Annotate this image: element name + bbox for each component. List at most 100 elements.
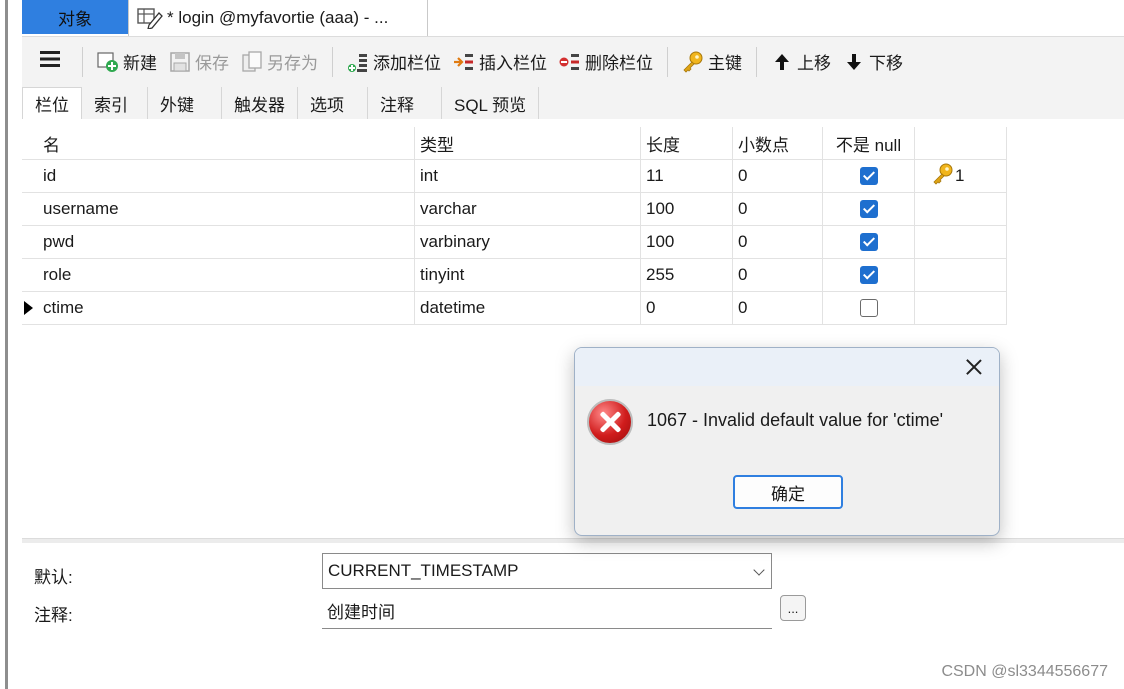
insert-field-button[interactable]: 插入栏位: [447, 44, 553, 80]
column-header-type[interactable]: 类型: [415, 127, 641, 159]
field-length-cell[interactable]: 255: [641, 259, 733, 291]
not-null-cell[interactable]: [823, 226, 915, 258]
error-icon: [587, 399, 633, 445]
key-cell: 1: [915, 160, 1007, 192]
column-header-name[interactable]: 名: [38, 127, 415, 159]
save-as-button[interactable]: 另存为: [235, 44, 324, 80]
field-type-cell[interactable]: int: [415, 160, 641, 192]
field-length-cell[interactable]: 100: [641, 226, 733, 258]
error-message: 1067 - Invalid default value for 'ctime': [647, 410, 944, 430]
add-field-button[interactable]: 添加栏位: [341, 44, 447, 80]
delete-field-icon: [559, 51, 581, 73]
field-length-cell[interactable]: 11: [641, 160, 733, 192]
default-value-text: CURRENT_TIMESTAMP: [328, 561, 519, 580]
tab-sql-preview[interactable]: SQL 预览: [442, 87, 540, 119]
tab-fields[interactable]: 栏位: [22, 87, 82, 119]
delete-field-label: 删除栏位: [585, 54, 653, 73]
ok-button[interactable]: 确定: [733, 475, 843, 509]
primary-key-label: 主键: [708, 54, 742, 73]
tab-objects[interactable]: 对象: [22, 0, 128, 34]
move-down-button[interactable]: 下移: [837, 44, 909, 80]
designer-subtabs: 栏位 索引 外键 触发器 选项 注释 SQL 预览: [22, 86, 1124, 119]
dialog-title-bar: [575, 348, 999, 386]
field-length-cell[interactable]: 100: [641, 193, 733, 225]
new-button[interactable]: 新建: [91, 44, 163, 80]
row-indicator: [22, 259, 38, 291]
tab-options[interactable]: 选项: [298, 87, 368, 119]
not-null-cell[interactable]: [823, 259, 915, 291]
table-row[interactable]: id int 11 0 1: [22, 160, 1007, 193]
insert-field-label: 插入栏位: [479, 54, 547, 73]
field-type-cell[interactable]: datetime: [415, 292, 641, 324]
default-value-dropdown[interactable]: CURRENT_TIMESTAMP: [322, 553, 772, 589]
tab-comment[interactable]: 注释: [368, 87, 442, 119]
add-field-label: 添加栏位: [373, 54, 441, 73]
table-row[interactable]: pwd varbinary 100 0: [22, 226, 1007, 259]
field-name-cell[interactable]: ctime: [38, 292, 415, 324]
menu-button[interactable]: [22, 44, 74, 80]
close-icon[interactable]: [963, 356, 985, 378]
field-type-cell[interactable]: varbinary: [415, 226, 641, 258]
comment-input[interactable]: 创建时间: [322, 593, 772, 629]
save-as-label: 另存为: [267, 54, 318, 73]
field-name-cell[interactable]: pwd: [38, 226, 415, 258]
tab-table-design-label: * login @myfavortie (aaa) - ...: [167, 8, 389, 27]
arrow-up-icon: [771, 51, 793, 73]
key-cell: [915, 292, 1007, 324]
not-null-cell[interactable]: [823, 193, 915, 225]
not-null-cell[interactable]: [823, 160, 915, 192]
column-header-not-null[interactable]: 不是 null: [823, 127, 915, 159]
column-header-key: [915, 127, 1007, 159]
field-decimals-cell[interactable]: 0: [733, 259, 823, 291]
not-null-checkbox[interactable]: [859, 167, 878, 185]
move-up-button[interactable]: 上移: [765, 44, 837, 80]
field-type-cell[interactable]: varchar: [415, 193, 641, 225]
row-indicator: [22, 226, 38, 258]
delete-field-button[interactable]: 删除栏位: [553, 44, 659, 80]
hamburger-icon: [40, 50, 60, 73]
toolbar-divider: [332, 46, 333, 77]
field-decimals-cell[interactable]: 0: [733, 193, 823, 225]
save-button[interactable]: 保存: [163, 44, 235, 80]
key-icon: [931, 163, 955, 190]
primary-key-button[interactable]: 主键: [676, 44, 748, 80]
not-null-cell[interactable]: [823, 292, 915, 324]
comment-value-text: 创建时间: [327, 603, 395, 622]
field-name-cell[interactable]: role: [38, 259, 415, 291]
field-decimals-cell[interactable]: 0: [733, 292, 823, 324]
tab-triggers[interactable]: 触发器: [222, 87, 298, 119]
table-row[interactable]: username varchar 100 0: [22, 193, 1007, 226]
table-row[interactable]: role tinyint 255 0: [22, 259, 1007, 292]
save-icon: [169, 51, 191, 73]
column-header-length[interactable]: 长度: [641, 127, 733, 159]
watermark: CSDN @sl3344556677: [941, 663, 1108, 680]
row-indicator: [22, 193, 38, 225]
current-row-arrow-icon: [24, 301, 33, 315]
tab-foreign-keys[interactable]: 外键: [148, 87, 222, 119]
not-null-checkbox[interactable]: [859, 299, 878, 317]
field-decimals-cell[interactable]: 0: [733, 160, 823, 192]
toolbar-divider: [82, 46, 83, 77]
tab-table-design[interactable]: * login @myfavortie (aaa) - ...: [128, 0, 428, 36]
field-decimals-cell[interactable]: 0: [733, 226, 823, 258]
column-header-decimals[interactable]: 小数点: [733, 127, 823, 159]
not-null-checkbox[interactable]: [859, 200, 878, 218]
comment-label: 注释:: [34, 606, 73, 625]
default-label: 默认:: [34, 568, 73, 587]
not-null-checkbox[interactable]: [859, 233, 878, 251]
tab-indexes[interactable]: 索引: [82, 87, 148, 119]
row-indicator: [22, 292, 38, 324]
key-cell: [915, 193, 1007, 225]
field-name-cell[interactable]: id: [38, 160, 415, 192]
save-label: 保存: [195, 54, 229, 73]
field-type-cell[interactable]: tinyint: [415, 259, 641, 291]
field-name-cell[interactable]: username: [38, 193, 415, 225]
not-null-checkbox[interactable]: [859, 266, 878, 284]
table-row-selected[interactable]: ctime datetime 0 0: [22, 292, 1007, 325]
comment-edit-button[interactable]: ...: [780, 595, 806, 621]
move-down-label: 下移: [869, 54, 903, 73]
new-label: 新建: [123, 54, 157, 73]
chevron-down-icon: [753, 564, 765, 576]
add-field-icon: [347, 51, 369, 73]
field-length-cell[interactable]: 0: [641, 292, 733, 324]
